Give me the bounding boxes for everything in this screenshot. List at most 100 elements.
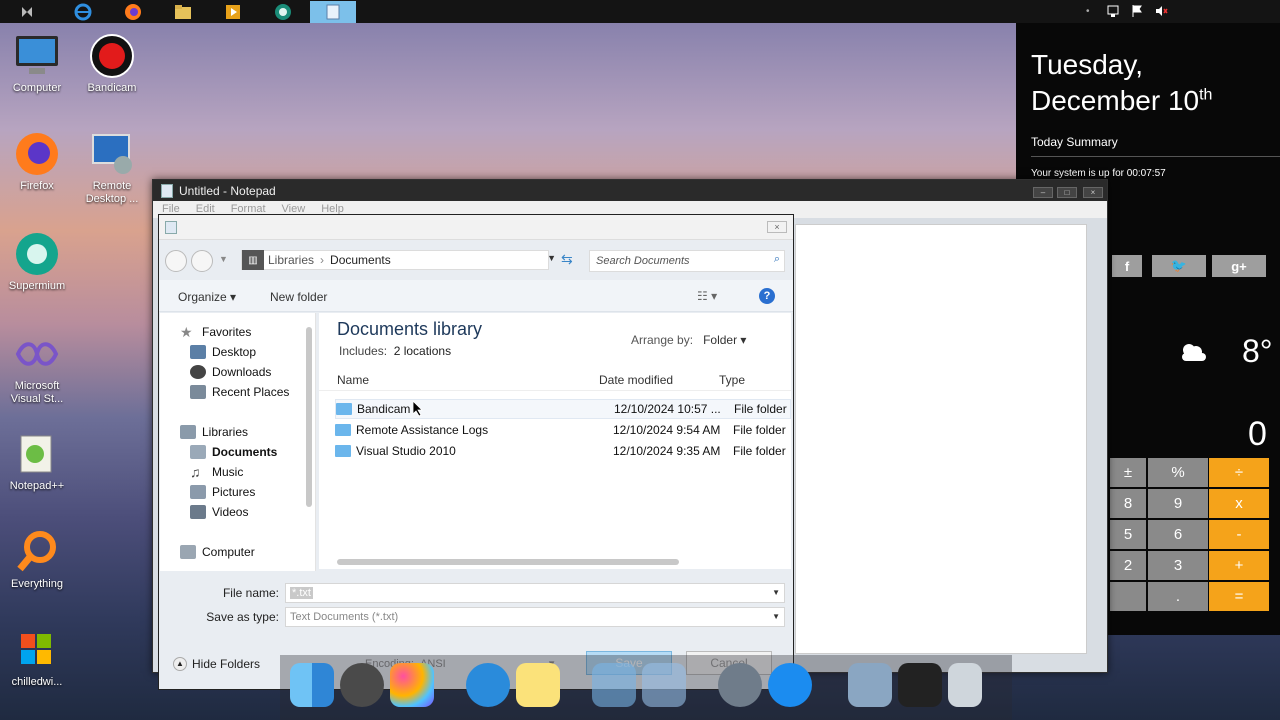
file-name-input[interactable]: *.txt ▼ xyxy=(285,583,785,603)
back-button[interactable] xyxy=(165,250,187,272)
facebook-button[interactable]: f xyxy=(1112,255,1142,277)
game-center-icon[interactable] xyxy=(390,663,434,707)
safari-icon[interactable] xyxy=(466,663,510,707)
window-icon[interactable] xyxy=(592,663,636,707)
refresh-icon[interactable]: ⇆ xyxy=(561,251,573,268)
supermium-icon[interactable] xyxy=(260,1,306,23)
facebook-icon: f xyxy=(1124,258,1130,274)
dialog-close-button[interactable]: × xyxy=(767,221,787,233)
desktop-icon-everything[interactable]: Everything xyxy=(0,528,75,591)
calc-key-8[interactable]: 8 xyxy=(1110,489,1146,518)
folder-icon xyxy=(335,445,351,457)
calc-key-0[interactable] xyxy=(1110,582,1146,611)
calc-key-percent[interactable]: % xyxy=(1148,458,1208,487)
firefox-icon[interactable] xyxy=(110,1,156,23)
network-icon[interactable] xyxy=(1106,4,1120,18)
close-button[interactable]: × xyxy=(1083,187,1103,198)
file-name-dropdown-icon[interactable]: ▼ xyxy=(772,588,780,597)
column-date-modified[interactable]: Date modified xyxy=(599,373,673,387)
table-row[interactable]: Remote Assistance Logs 12/10/2024 9:54 A… xyxy=(335,420,791,440)
desktop-icon-visual-studio[interactable]: Microsoft Visual St... xyxy=(0,330,75,406)
nav-desktop[interactable]: Desktop xyxy=(190,343,256,361)
system-preferences-icon[interactable] xyxy=(340,663,384,707)
desktop-icon-remote-desktop[interactable]: Remote Desktop ... xyxy=(74,130,150,206)
dialog-titlebar[interactable]: × xyxy=(159,215,793,240)
arrange-by-dropdown[interactable]: Folder ▾ xyxy=(703,333,746,347)
nav-downloads[interactable]: Downloads xyxy=(190,363,271,381)
breadcrumb-libraries[interactable]: Libraries xyxy=(268,253,314,267)
calc-key-5[interactable]: 5 xyxy=(1110,520,1146,549)
preview-icon[interactable] xyxy=(848,663,892,707)
column-name[interactable]: Name xyxy=(337,373,369,387)
save-as-type-select[interactable]: Text Documents (*.txt) ▼ xyxy=(285,607,785,627)
recent-pages-dropdown-icon[interactable]: ▼ xyxy=(219,254,228,264)
desktop-icon xyxy=(190,345,206,359)
app-store-folder-icon[interactable] xyxy=(642,663,686,707)
calc-key-divide[interactable]: ÷ xyxy=(1209,458,1269,487)
hide-folders-button[interactable]: ▲ Hide Folders xyxy=(173,657,260,671)
nav-music[interactable]: ♫ Music xyxy=(190,463,243,481)
google-plus-icon: g+ xyxy=(1231,258,1247,274)
volume-muted-icon[interactable] xyxy=(1154,4,1168,18)
nav-scrollbar[interactable] xyxy=(306,327,312,507)
calc-key-9[interactable]: 9 xyxy=(1148,489,1208,518)
table-row[interactable]: Visual Studio 2010 12/10/2024 9:35 AM Fi… xyxy=(335,441,791,461)
google-plus-button[interactable]: g+ xyxy=(1212,255,1266,277)
nav-recent-places[interactable]: Recent Places xyxy=(190,383,289,401)
includes-locations-link[interactable]: 2 locations xyxy=(394,344,451,358)
trash-icon[interactable] xyxy=(948,663,982,707)
calc-key-2[interactable]: 2 xyxy=(1110,551,1146,580)
start-icon[interactable] xyxy=(4,1,50,23)
address-bar[interactable]: ▥ Libraries › Documents ▼ xyxy=(241,250,556,270)
desktop-icon-chilledwindows[interactable]: chilledwi... xyxy=(0,626,75,689)
nav-pictures[interactable]: Pictures xyxy=(190,483,255,501)
desktop-icon-notepad-plus-plus[interactable]: Notepad++ xyxy=(0,430,75,493)
calc-key-6[interactable]: 6 xyxy=(1148,520,1208,549)
forward-button[interactable] xyxy=(191,250,213,272)
notepad-text-area[interactable] xyxy=(795,224,1087,654)
nav-libraries[interactable]: Libraries xyxy=(180,423,248,441)
horizontal-scrollbar[interactable] xyxy=(337,559,679,565)
media-player-icon[interactable] xyxy=(210,1,256,23)
notes-icon[interactable] xyxy=(516,663,560,707)
photo-booth-icon[interactable] xyxy=(898,663,942,707)
tray-overflow-icon[interactable]: • xyxy=(1086,6,1090,17)
notepad-titlebar[interactable]: Untitled - Notepad xyxy=(153,180,1107,201)
twitter-button[interactable]: 🐦 xyxy=(1152,255,1206,277)
maximize-button[interactable]: □ xyxy=(1057,187,1077,198)
organize-button[interactable]: Organize ▾ xyxy=(178,290,236,304)
new-folder-button[interactable]: New folder xyxy=(270,290,327,304)
desktop-icon-firefox[interactable]: Firefox xyxy=(0,130,75,193)
desktop-icon-supermium[interactable]: Supermium xyxy=(0,230,75,293)
address-dropdown-icon[interactable]: ▼ xyxy=(547,253,556,263)
nav-favorites[interactable]: ★ Favorites xyxy=(180,323,251,341)
minimize-button[interactable]: – xyxy=(1033,187,1053,198)
save-as-type-dropdown-icon[interactable]: ▼ xyxy=(772,612,780,621)
calc-key-decimal[interactable]: . xyxy=(1148,582,1208,611)
column-type[interactable]: Type xyxy=(719,373,745,387)
nav-computer[interactable]: Computer xyxy=(180,543,255,561)
calc-key-3[interactable]: 3 xyxy=(1148,551,1208,580)
help-icon[interactable]: ? xyxy=(759,288,775,304)
notepad-icon[interactable] xyxy=(310,1,356,23)
app-store-icon[interactable] xyxy=(768,663,812,707)
internet-explorer-icon[interactable] xyxy=(60,1,106,23)
table-row[interactable]: Bandicam 12/10/2024 10:57 ... File folde… xyxy=(335,399,791,419)
file-explorer-icon[interactable] xyxy=(160,1,206,23)
nav-videos[interactable]: Videos xyxy=(190,503,248,521)
calc-key-equals[interactable]: = xyxy=(1209,582,1269,611)
calc-key-minus[interactable]: - xyxy=(1209,520,1269,549)
breadcrumb-documents[interactable]: Documents xyxy=(330,253,391,267)
search-input[interactable]: Search Documents ⌕ xyxy=(589,250,785,272)
finder-icon[interactable] xyxy=(290,663,334,707)
nav-documents[interactable]: Documents xyxy=(190,443,277,461)
launchpad-rocket-icon[interactable] xyxy=(718,663,762,707)
row-type: File folder xyxy=(733,444,786,458)
calc-key-multiply[interactable]: x xyxy=(1209,489,1269,518)
calc-key-plus[interactable]: + xyxy=(1209,551,1269,580)
calc-key-plusminus[interactable]: ± xyxy=(1110,458,1146,487)
action-center-flag-icon[interactable] xyxy=(1130,4,1144,18)
desktop-icon-bandicam[interactable]: Bandicam xyxy=(74,32,150,95)
desktop-icon-computer[interactable]: Computer xyxy=(0,32,75,95)
view-options-icon[interactable]: ☷ ▾ xyxy=(697,289,717,303)
